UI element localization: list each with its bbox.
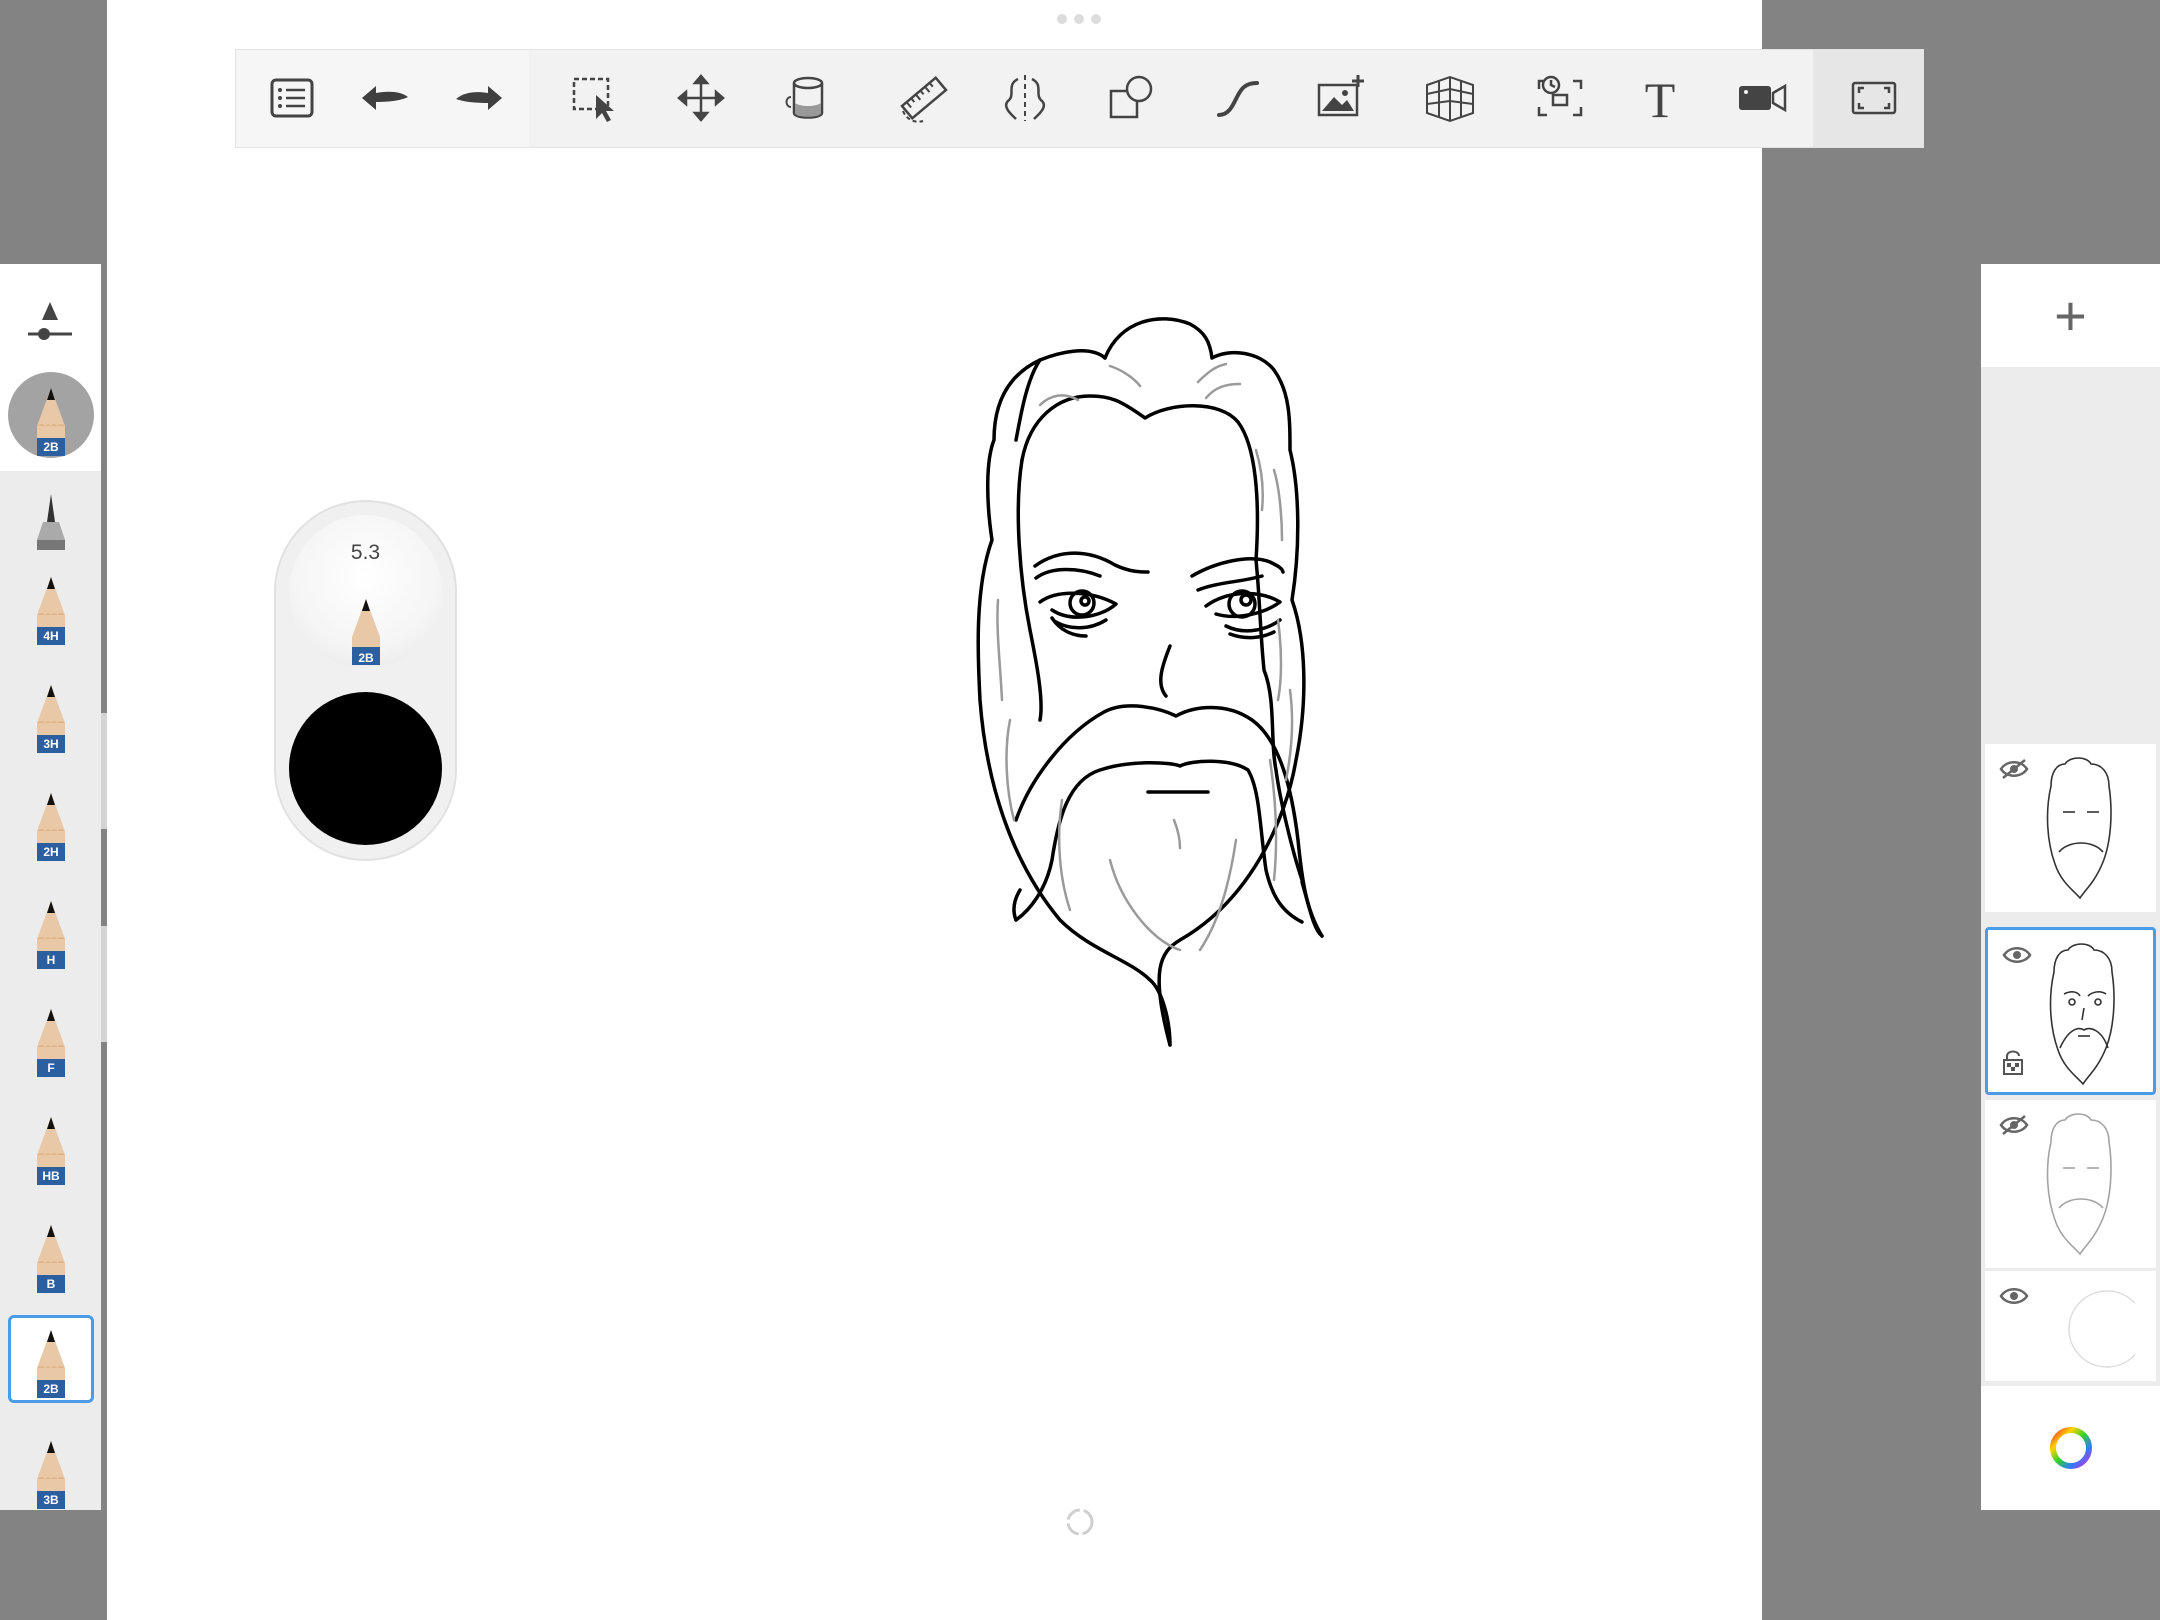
brush-item[interactable]: F <box>8 991 94 1079</box>
brush-item[interactable]: B <box>8 1207 94 1295</box>
fullscreen-icon[interactable] <box>1840 64 1908 132</box>
layer-thumbnail[interactable] <box>1985 744 2156 912</box>
layers-panel: + <box>1981 264 2160 1510</box>
brush-property-icon[interactable] <box>20 294 80 354</box>
fill-bucket-icon[interactable] <box>774 64 842 132</box>
pencil-icon: H <box>33 899 69 971</box>
add-layer-icon: + <box>2054 284 2087 347</box>
brush-item[interactable]: 3H <box>8 667 94 755</box>
pencil-icon: HB <box>33 1115 69 1187</box>
palette-scroll-edge <box>101 926 107 1042</box>
ruler-icon[interactable] <box>890 64 958 132</box>
lock-icon[interactable] <box>2002 1048 2024 1076</box>
brush-label: 4H <box>43 629 59 643</box>
menu-list-icon[interactable] <box>258 64 326 132</box>
undo-icon[interactable] <box>351 64 419 132</box>
brush-color-widget[interactable]: 5.3 2B <box>274 500 457 861</box>
pencil-icon: 3B <box>33 1439 69 1511</box>
brush-item[interactable]: 3B <box>8 1423 94 1511</box>
brush-label: 3B <box>43 1493 59 1507</box>
brush-item[interactable]: 2H <box>8 775 94 863</box>
pencil-icon: F <box>33 1007 69 1079</box>
pencil-icon: 2B <box>33 1328 69 1400</box>
selection-icon[interactable] <box>561 64 629 132</box>
brush-item[interactable]: 4H <box>8 559 94 647</box>
pencil-icon: 2B <box>349 597 383 667</box>
palette-scroll-edge <box>101 713 107 829</box>
layer-preview <box>2025 752 2135 902</box>
pencil-icon: B <box>33 1223 69 1295</box>
add-layer-button[interactable]: + <box>1981 264 2160 367</box>
color-wheel-button[interactable] <box>1981 1386 2160 1510</box>
brush-label: 2B <box>43 440 59 454</box>
shapes-icon[interactable] <box>1098 64 1166 132</box>
color-puck[interactable] <box>289 692 442 845</box>
layer-preview <box>2025 1108 2135 1258</box>
text-icon[interactable]: T <box>1626 64 1694 132</box>
layer-thumbnail[interactable] <box>1985 1100 2156 1268</box>
brush-label: 2B <box>43 1382 59 1396</box>
layer-thumbnail[interactable] <box>1985 1271 2156 1381</box>
brush-label: B <box>46 1277 56 1291</box>
time-lapse-icon[interactable] <box>1526 64 1594 132</box>
perspective-grid-icon[interactable] <box>1416 64 1484 132</box>
layer-thumbnail[interactable] <box>1985 927 2156 1095</box>
main-toolbar: T <box>235 49 1924 148</box>
sync-icon <box>1064 1506 1096 1538</box>
color-wheel-icon <box>2049 1427 2092 1469</box>
redo-icon[interactable] <box>445 64 513 132</box>
widget-brush-label: 2B <box>358 651 374 665</box>
svg-text:T: T <box>1645 72 1676 125</box>
brush-label: F <box>47 1061 55 1075</box>
layer-preview <box>2028 938 2138 1088</box>
brush-item[interactable]: H <box>8 883 94 971</box>
pencil-icon: 3H <box>33 683 69 755</box>
brush-size-value: 5.3 <box>350 541 381 564</box>
bearded-face-drawing <box>930 300 1420 1060</box>
pencil-icon: 2H <box>33 791 69 863</box>
pencil-icon: 4H <box>33 575 69 647</box>
record-video-icon[interactable] <box>1728 64 1796 132</box>
marker-brush[interactable] <box>8 464 94 552</box>
stroke-curve-icon[interactable] <box>1204 64 1272 132</box>
window-grabber[interactable] <box>1057 14 1103 26</box>
transform-move-icon[interactable] <box>667 64 735 132</box>
brush-item[interactable]: HB <box>8 1099 94 1187</box>
brush-palette: 2B 4H 3H 2H H F HB B 2B 3B <box>0 264 101 1510</box>
add-image-icon[interactable] <box>1307 64 1375 132</box>
brush-size-puck[interactable]: 5.3 2B <box>289 515 442 668</box>
brush-label: HB <box>42 1169 60 1183</box>
brush-label: H <box>46 953 56 967</box>
symmetry-icon[interactable] <box>991 64 1059 132</box>
brush-label: 3H <box>43 737 59 751</box>
brush-item[interactable]: 2B <box>8 1315 94 1403</box>
brush-label: 2H <box>43 845 59 859</box>
active-brush-2b[interactable]: 2B <box>8 372 94 458</box>
